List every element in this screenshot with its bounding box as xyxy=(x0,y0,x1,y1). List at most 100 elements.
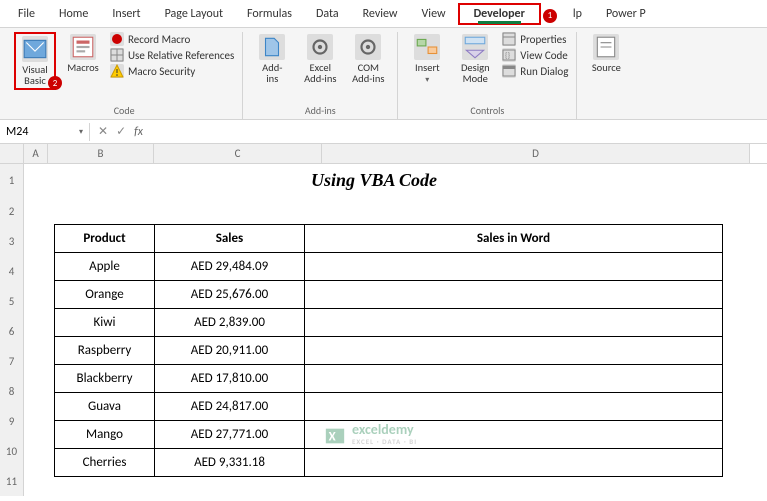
fx-button[interactable]: fx xyxy=(134,125,143,139)
visual-basic-button[interactable]: Visual Basic 2 xyxy=(14,32,56,90)
addins-icon xyxy=(259,34,285,60)
macro-security-button[interactable]: Macro Security xyxy=(110,64,234,78)
insert-label: Insert xyxy=(415,62,440,73)
header-sales: Sales xyxy=(155,225,305,253)
cell-product[interactable]: Guava xyxy=(55,393,155,421)
tab-page-layout[interactable]: Page Layout xyxy=(153,3,235,25)
record-macro-icon xyxy=(110,32,124,46)
app-logo-icon: X xyxy=(324,425,346,447)
addins-button[interactable]: Add- ins xyxy=(251,32,293,86)
cell-product[interactable]: Mango xyxy=(55,421,155,449)
tab-developer[interactable]: Developer xyxy=(470,5,529,23)
cell-product[interactable]: Orange xyxy=(55,281,155,309)
col-header[interactable]: C xyxy=(154,144,322,163)
col-header[interactable]: D xyxy=(322,144,750,163)
cell-sales-word[interactable] xyxy=(305,309,723,337)
com-addins-button[interactable]: COM Add-ins xyxy=(347,32,389,86)
macros-icon xyxy=(70,34,96,60)
cell-product[interactable]: Apple xyxy=(55,253,155,281)
record-macro-button[interactable]: Record Macro xyxy=(110,32,234,46)
col-header[interactable]: A xyxy=(24,144,48,163)
source-label: Source xyxy=(592,62,621,73)
excel-addins-label: Excel Add-ins xyxy=(304,62,336,84)
insert-button[interactable]: Insert ▾ xyxy=(406,32,448,87)
cell-product[interactable]: Kiwi xyxy=(55,309,155,337)
cell-sales[interactable]: AED 9,331.18 xyxy=(155,449,305,477)
tab-help[interactable]: lp xyxy=(561,3,594,25)
properties-icon xyxy=(502,32,516,46)
macros-button[interactable]: Macros xyxy=(62,32,104,75)
gear-icon xyxy=(307,34,333,60)
group-controls: Insert ▾ Design Mode Properties {} View … xyxy=(398,32,577,119)
grid-icon xyxy=(110,48,124,62)
tab-review[interactable]: Review xyxy=(351,3,410,25)
group-code: Visual Basic 2 Macros Record Macro Use R… xyxy=(6,32,243,119)
table-row: OrangeAED 25,676.00 xyxy=(55,281,723,309)
cell-sales[interactable]: AED 17,810.00 xyxy=(155,365,305,393)
formula-bar: M24 ▾ ✕ ✓ fx xyxy=(0,120,767,144)
cell-sales-word[interactable] xyxy=(305,365,723,393)
page-title: Using VBA Code xyxy=(24,170,724,191)
excel-addins-button[interactable]: Excel Add-ins xyxy=(299,32,341,86)
cell-sales-word[interactable] xyxy=(305,393,723,421)
row-header[interactable]: 4 xyxy=(0,256,24,286)
cell-sales-word[interactable] xyxy=(305,449,723,477)
cell-sales[interactable]: AED 2,839.00 xyxy=(155,309,305,337)
row-header[interactable]: 8 xyxy=(0,376,24,406)
code-icon: {} xyxy=(502,48,516,62)
cell-product[interactable]: Blackberry xyxy=(55,365,155,393)
row-header[interactable]: 7 xyxy=(0,346,24,376)
design-mode-button[interactable]: Design Mode xyxy=(454,32,496,86)
cell-sales-word[interactable] xyxy=(305,337,723,365)
row-header[interactable]: 1 xyxy=(0,164,24,196)
name-box[interactable]: M24 ▾ xyxy=(0,123,90,141)
properties-button[interactable]: Properties xyxy=(502,32,568,46)
use-relative-label: Use Relative References xyxy=(128,49,234,62)
cell-sales[interactable]: AED 25,676.00 xyxy=(155,281,305,309)
cell-product[interactable]: Raspberry xyxy=(55,337,155,365)
cell-sales[interactable]: AED 24,817.00 xyxy=(155,393,305,421)
row-header[interactable]: 3 xyxy=(0,226,24,256)
tab-view[interactable]: View xyxy=(410,3,458,25)
record-macro-label: Record Macro xyxy=(128,33,190,46)
cell-sales-word[interactable] xyxy=(305,281,723,309)
watermark: X exceldemy EXCEL · DATA · BI xyxy=(324,424,417,448)
ribbon: Visual Basic 2 Macros Record Macro Use R… xyxy=(0,28,767,120)
cell-product[interactable]: Cherries xyxy=(55,449,155,477)
row-headers: 1 2 3 4 5 6 7 8 9 10 11 xyxy=(0,164,24,496)
name-box-value: M24 xyxy=(6,125,28,139)
view-code-button[interactable]: {} View Code xyxy=(502,48,568,62)
insert-controls-icon xyxy=(414,34,440,60)
tab-data[interactable]: Data xyxy=(304,3,351,25)
col-header[interactable]: B xyxy=(48,144,154,163)
cell-sales-word[interactable] xyxy=(305,253,723,281)
row-header[interactable]: 9 xyxy=(0,406,24,436)
tab-insert[interactable]: Insert xyxy=(100,3,152,25)
watermark-name: exceldemy xyxy=(352,424,417,436)
select-all-corner[interactable] xyxy=(0,144,24,163)
tab-formulas[interactable]: Formulas xyxy=(235,3,304,25)
group-xml: Source xyxy=(577,32,635,119)
tab-file[interactable]: File xyxy=(6,3,47,25)
row-header[interactable]: 10 xyxy=(0,436,24,466)
tab-home[interactable]: Home xyxy=(47,3,100,25)
cell-sales[interactable]: AED 29,484.09 xyxy=(155,253,305,281)
source-button[interactable]: Source xyxy=(585,32,627,75)
cell-sales[interactable]: AED 27,771.00 xyxy=(155,421,305,449)
row-header[interactable]: 2 xyxy=(0,196,24,226)
cell-sales[interactable]: AED 20,911.00 xyxy=(155,337,305,365)
tab-powerp[interactable]: Power P xyxy=(594,3,658,25)
confirm-icon[interactable]: ✓ xyxy=(116,124,126,139)
row-header[interactable]: 6 xyxy=(0,316,24,346)
table-row: CherriesAED 9,331.18 xyxy=(55,449,723,477)
group-addins: Add- ins Excel Add-ins COM Add-ins Add-i… xyxy=(243,32,398,119)
visual-basic-label: Visual Basic xyxy=(22,64,47,86)
worksheet-area[interactable]: Using VBA Code Product Sales Sales in Wo… xyxy=(24,164,767,496)
run-dialog-button[interactable]: Run Dialog xyxy=(502,64,568,78)
cancel-icon[interactable]: ✕ xyxy=(98,124,108,139)
developer-tab-highlight: Developer 1 xyxy=(458,3,541,25)
row-header[interactable]: 11 xyxy=(0,466,24,496)
use-relative-button[interactable]: Use Relative References xyxy=(110,48,234,62)
svg-text:{}: {} xyxy=(505,51,511,61)
row-header[interactable]: 5 xyxy=(0,286,24,316)
